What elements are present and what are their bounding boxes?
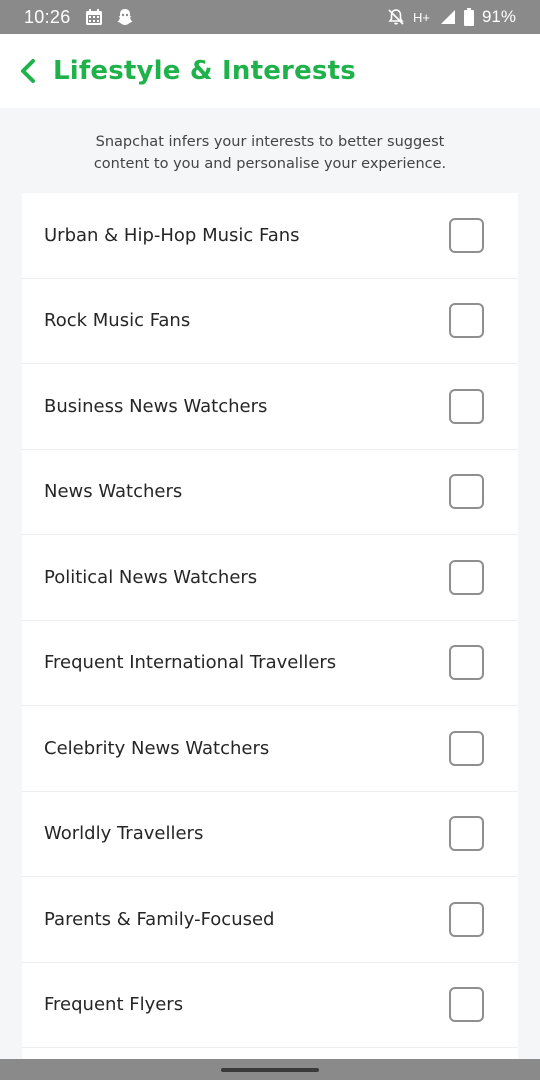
interest-checkbox[interactable]	[449, 303, 484, 339]
interest-checkbox[interactable]	[449, 559, 484, 595]
header: Lifestyle & Interests	[0, 34, 540, 108]
interest-label: Parents & Family-Focused	[44, 908, 275, 930]
battery-icon	[463, 8, 474, 26]
interest-label: Frequent International Travellers	[44, 652, 337, 674]
snapchat-ghost-icon	[117, 8, 133, 26]
back-button[interactable]	[16, 56, 40, 86]
interest-label: Business News Watchers	[44, 395, 268, 417]
network-type: H+	[412, 9, 430, 25]
interest-item[interactable]: Parents & Family-Focused	[22, 877, 518, 963]
interest-label: News Watchers	[44, 481, 183, 503]
interest-item[interactable]: Worldly Travellers	[22, 792, 518, 877]
status-right: H+ 91%	[387, 7, 516, 27]
interest-item[interactable]: Frequent International Travellers	[22, 621, 518, 706]
interest-checkbox[interactable]	[449, 388, 484, 424]
chevron-left-icon	[21, 59, 35, 83]
interest-label: Rock Music Fans	[44, 310, 191, 332]
page-title: Lifestyle & Interests	[53, 56, 356, 86]
notifications-off-icon	[387, 8, 405, 26]
interest-checkbox[interactable]	[449, 645, 484, 681]
status-left: 10:26	[24, 7, 133, 28]
interests-list: Urban & Hip-Hop Music Fans Rock Music Fa…	[22, 193, 518, 1063]
interest-item[interactable]: Urban & Hip-Hop Music Fans	[22, 193, 518, 279]
status-bar: 10:26 H+ 91%	[0, 0, 540, 34]
interest-label: Worldly Travellers	[44, 823, 204, 845]
interest-checkbox[interactable]	[449, 217, 484, 253]
interest-label: Celebrity News Watchers	[44, 737, 270, 759]
battery-level: 91%	[481, 7, 516, 26]
interest-label: Urban & Hip-Hop Music Fans	[44, 224, 300, 246]
interest-item[interactable]: Business News Watchers	[22, 364, 518, 450]
interest-checkbox[interactable]	[449, 474, 484, 510]
description: Snapchat infers your interests to better…	[0, 131, 540, 175]
interest-item[interactable]: News Watchers	[22, 450, 518, 535]
interest-item[interactable]: Frequent Flyers	[22, 963, 518, 1048]
calendar-icon	[85, 8, 103, 26]
description-line-2: content to you and personalise your expe…	[93, 156, 447, 172]
interest-checkbox[interactable]	[449, 987, 484, 1023]
interest-item[interactable]: Rock Music Fans	[22, 279, 518, 364]
interest-item[interactable]: Celebrity News Watchers	[22, 706, 518, 792]
interest-item[interactable]: Political News Watchers	[22, 535, 518, 621]
interest-checkbox[interactable]	[449, 901, 484, 937]
description-line-1: Snapchat infers your interests to better…	[95, 134, 445, 150]
interest-label: Frequent Flyers	[44, 994, 184, 1016]
home-gesture-handle[interactable]	[221, 1067, 319, 1072]
interest-label: Political News Watchers	[44, 566, 258, 588]
interest-checkbox[interactable]	[449, 730, 484, 766]
navigation-bar	[0, 1059, 540, 1080]
interest-checkbox[interactable]	[449, 816, 484, 852]
signal-icon	[440, 9, 456, 25]
status-time: 10:26	[24, 6, 71, 27]
